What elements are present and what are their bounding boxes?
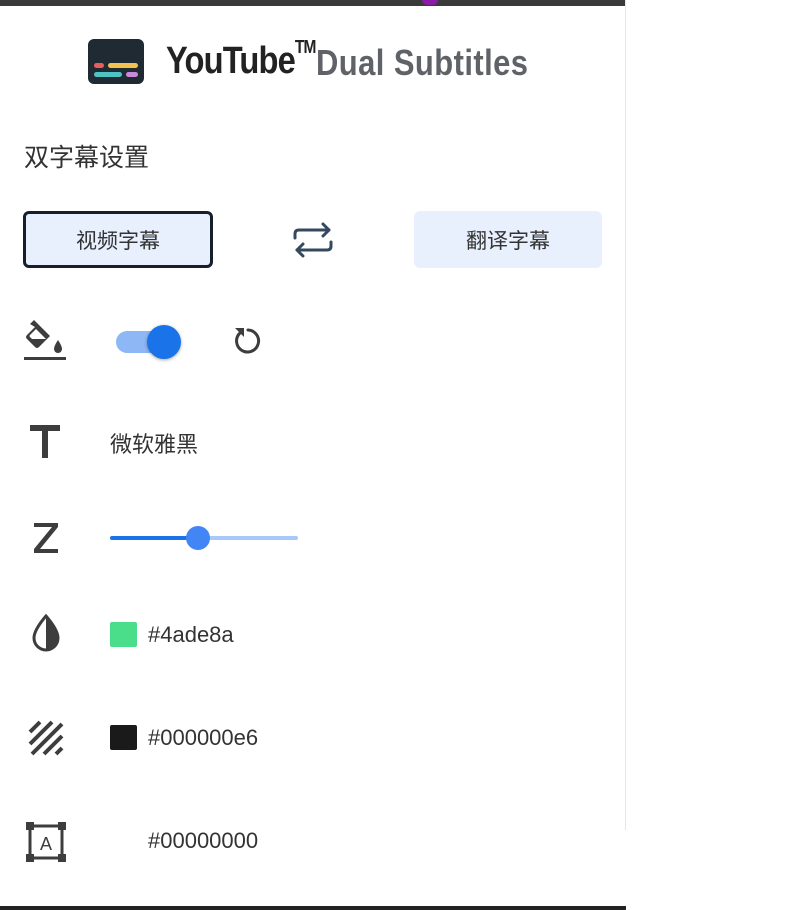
text-color-swatch[interactable] (110, 622, 137, 647)
background-color-swatch[interactable] (110, 725, 137, 750)
browser-top-bar (0, 0, 626, 6)
slider-thumb[interactable] (186, 526, 210, 550)
app-logo-icon (88, 38, 144, 84)
slider-track-rest (198, 536, 298, 540)
font-family-value[interactable]: 微软雅黑 (110, 427, 198, 459)
font-size-slider[interactable] (110, 524, 300, 552)
section-title: 双字幕设置 (24, 144, 150, 172)
app-subtitle: Dual Subtitles (316, 42, 529, 83)
brand-name: YouTubeTM (166, 36, 317, 82)
app-header: YouTubeTM (88, 36, 340, 86)
trademark: TM (294, 36, 317, 57)
font-size-icon (34, 523, 58, 553)
stripes-icon (28, 720, 64, 756)
text-box-icon: A (26, 822, 66, 862)
outline-color-value[interactable]: #00000000 (148, 828, 258, 854)
tab-translated-subtitles[interactable]: 翻译字幕 (414, 211, 602, 268)
background-color-value[interactable]: #000000e6 (148, 725, 258, 751)
enable-toggle[interactable] (116, 325, 182, 359)
panel-divider (625, 0, 626, 830)
svg-text:A: A (40, 834, 52, 854)
slider-track-active (110, 536, 198, 540)
swap-icon[interactable] (291, 220, 335, 260)
reset-icon[interactable] (231, 324, 265, 358)
fill-bucket-icon (24, 320, 66, 360)
contrast-drop-icon (32, 613, 60, 652)
tab-video-subtitles[interactable]: 视频字幕 (23, 211, 213, 268)
bottom-bar (0, 906, 626, 910)
extension-indicator (422, 0, 438, 5)
text-color-value[interactable]: #4ade8a (148, 622, 234, 648)
text-font-icon (30, 425, 60, 458)
